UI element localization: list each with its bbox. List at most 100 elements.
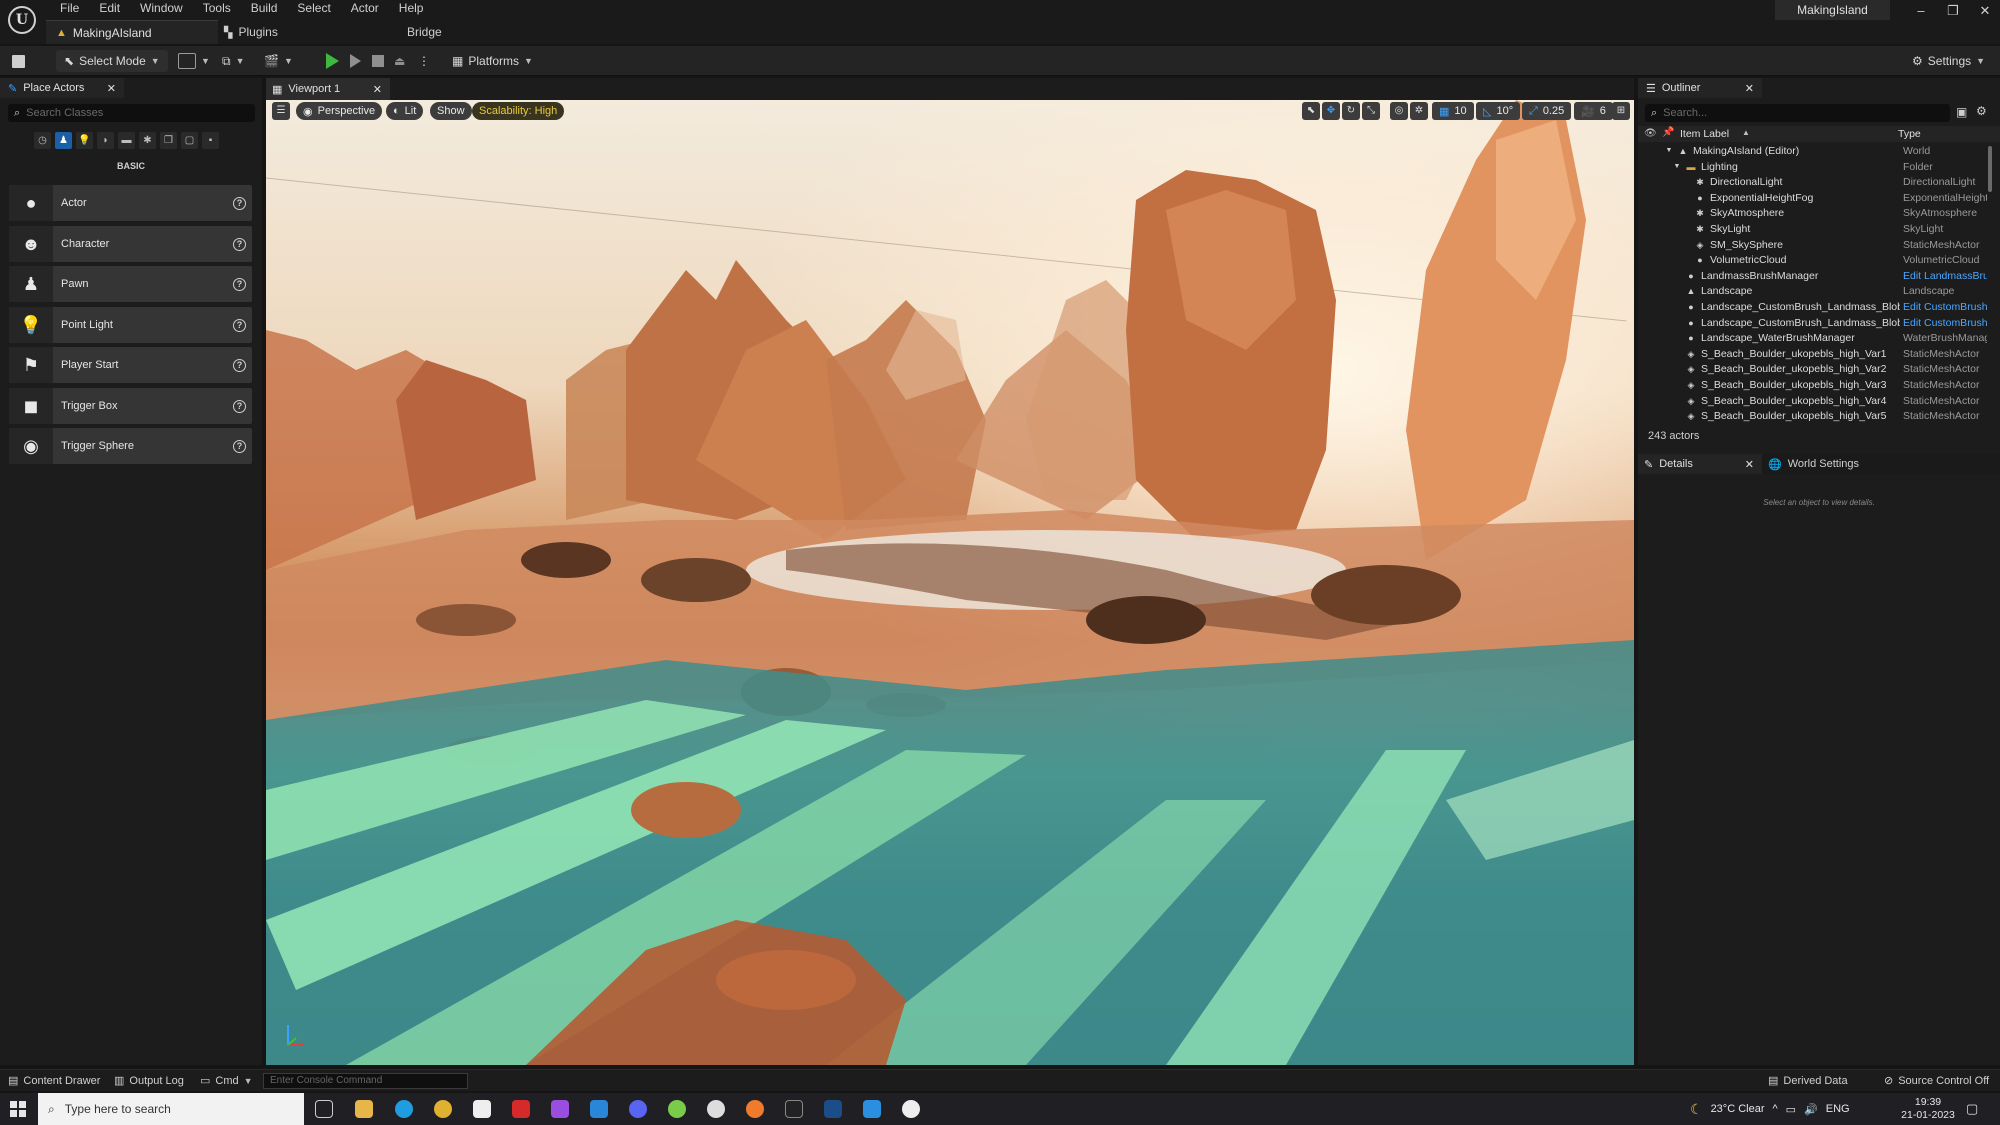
mail-icon[interactable] [590,1100,608,1118]
help-icon[interactable]: ? [233,237,246,251]
outliner-row[interactable]: ◈ SM_SkySphere StaticMeshActor [1638,238,1988,254]
search-classes-input[interactable]: ⌕ Search Classes [8,104,255,122]
expand-arrow-icon[interactable]: ▼ [1664,146,1674,156]
outliner-row-type-link[interactable]: Edit CustomBrush [1903,317,1987,329]
actor-item-actor[interactable]: ● Actor ? [9,185,252,221]
rotation-snap-button[interactable]: ◺ 10° [1476,102,1521,120]
taskbar-search-input[interactable]: ⌕ Type here to search [38,1093,304,1125]
shapes-icon[interactable]: ◗ [97,132,114,149]
add-content-button[interactable]: ▼ [178,50,210,72]
add-folder-icon[interactable]: ▣ [1956,105,1967,119]
all-classes-icon[interactable]: ▪ [202,132,219,149]
outliner-search-input[interactable]: ⌕ Search... [1645,104,1950,122]
recent-icon[interactable]: ◷ [34,132,51,149]
select-mode-dropdown[interactable]: ⬉ Select Mode ▼ [56,50,168,72]
outliner-row[interactable]: ▼ ▲ MakingAIsland (Editor) World [1638,144,1988,160]
outliner-row[interactable]: ● Landscape_CustomBrush_Landmass_Blob2 Edi… [1638,316,1988,332]
menu-select[interactable]: Select [287,0,340,16]
level-viewport[interactable]: ☰ ◉ Perspective ◐ Lit Show Scalability: … [266,100,1634,1065]
outliner-row[interactable]: ▼ ▬ Lighting Folder [1638,160,1988,176]
outliner-scrollbar[interactable] [1988,146,1992,192]
content-drawer-button[interactable]: ▤ Content Drawer [8,1074,100,1088]
edge-icon[interactable] [395,1100,413,1118]
menu-file[interactable]: File [50,0,89,16]
tab-outliner[interactable]: ☰ Outliner ✕ [1638,78,1762,98]
expand-arrow-icon[interactable]: ▼ [1672,162,1682,172]
layout-icon[interactable]: ⊞ [1612,102,1630,120]
help-icon[interactable]: ? [233,399,246,413]
store-icon[interactable] [473,1100,491,1118]
actor-item-point-light[interactable]: 💡 Point Light ? [9,307,252,343]
help-icon[interactable]: ? [233,196,246,210]
network-icon[interactable]: ▭ [1786,1103,1796,1116]
output-log-button[interactable]: ▥ Output Log [114,1074,184,1088]
settings-dropdown[interactable]: ⚙ Settings ▼ [1912,50,1985,72]
cmd-dropdown[interactable]: ▭ Cmd ▼ [200,1074,253,1088]
weather-text[interactable]: 23°C Clear [1711,1103,1765,1115]
close-icon[interactable]: ✕ [107,82,116,95]
cinematic-icon[interactable]: ▬ [118,132,135,149]
actor-item-player-start[interactable]: ⚑ Player Start ? [9,347,252,383]
app-green-icon[interactable] [668,1100,686,1118]
actor-item-trigger-box[interactable]: ◼ Trigger Box ? [9,388,252,424]
geometry-icon[interactable]: ❐ [160,132,177,149]
menu-build[interactable]: Build [241,0,288,16]
cinematics-button[interactable]: 🎬 ▼ [264,50,293,72]
console-command-input[interactable]: Enter Console Command [263,1073,468,1089]
close-icon[interactable]: ✕ [1969,0,2000,22]
outliner-row[interactable]: ◈ S_Beach_Boulder_ukopebls_high_Var3 Stati… [1638,378,1988,394]
scale-snap-button[interactable]: ⤢ 0.25 [1522,102,1572,120]
show-button[interactable]: Show [430,102,472,120]
world-space-icon[interactable]: ◎ [1390,102,1408,120]
help-icon[interactable]: ? [233,439,246,453]
outliner-row[interactable]: ● ExponentialHeightFog ExponentialHeightFo… [1638,191,1988,207]
windows-start-icon[interactable] [10,1101,26,1117]
derived-data-button[interactable]: ▤ Derived Data [1768,1074,1848,1088]
translate-tool-icon[interactable]: ✥ [1322,102,1340,120]
basic-category-icon[interactable]: ♟ [55,132,72,149]
tab-project[interactable]: ▲ MakingAIsland [46,20,218,44]
outliner-row[interactable]: ▲ Landscape Landscape [1638,284,1988,300]
blueprints-button[interactable]: ⧉ ▼ [222,50,245,72]
play-button[interactable] [326,50,339,72]
eject-button[interactable]: ⏏ [394,50,405,72]
actor-item-trigger-sphere[interactable]: ◉ Trigger Sphere ? [9,428,252,464]
actor-item-character[interactable]: ☻ Character ? [9,226,252,262]
save-button[interactable] [12,50,25,72]
language-indicator[interactable]: ENG [1826,1103,1850,1115]
outliner-row[interactable]: ✱ DirectionalLight DirectionalLight [1638,175,1988,191]
grid-snap-button[interactable]: ▦ 10 [1432,102,1474,120]
camera-speed-button[interactable]: 🎥 6 [1574,102,1613,120]
tab-details[interactable]: ✎ Details ✕ [1638,454,1762,474]
outliner-row[interactable]: ● Landscape_CustomBrush_Landmass_Blob Edit… [1638,300,1988,316]
tab-bridge[interactable]: Bridge [407,20,442,44]
actor-item-pawn[interactable]: ♟ Pawn ? [9,266,252,302]
task-view-icon[interactable] [315,1100,333,1118]
more-options-button[interactable]: ⋮ [418,50,430,72]
unreal-logo-icon[interactable]: U [8,6,36,34]
volume-icon[interactable]: 🔊 [1804,1103,1818,1116]
tab-world-settings[interactable]: 🌐 World Settings [1768,454,1859,474]
perspective-button[interactable]: ◉ Perspective [296,102,383,120]
view-mode-button[interactable]: ◐ Lit [386,102,424,120]
visual-effects-icon[interactable]: ✱ [139,132,156,149]
blender-icon[interactable] [746,1100,764,1118]
tab-plugins[interactable]: ▚ Plugins [218,20,388,44]
outliner-row[interactable]: ◈ S_Beach_Boulder_ukopebls_high_Var2 Stati… [1638,362,1988,378]
scalability-button[interactable]: Scalability: High [472,102,565,120]
help-icon[interactable]: ? [233,277,246,291]
outliner-row[interactable]: ● VolumetricCloud VolumetricCloud [1638,253,1988,269]
close-icon[interactable]: ✕ [373,83,382,96]
chrome-icon[interactable] [434,1100,452,1118]
unreal-engine-icon[interactable] [902,1100,920,1118]
restore-icon[interactable]: ❐ [1937,0,1969,22]
lights-icon[interactable]: 💡 [76,132,93,149]
select-tool-icon[interactable]: ⬉ [1302,102,1320,120]
platforms-dropdown[interactable]: ▦ Platforms ▼ [452,50,533,72]
outliner-row-type-link[interactable]: Edit CustomBrush [1903,301,1987,313]
minimize-icon[interactable]: – [1905,0,1937,22]
outliner-row[interactable]: ✱ SkyAtmosphere SkyAtmosphere [1638,206,1988,222]
close-icon[interactable]: ✕ [1745,458,1754,471]
gear-icon[interactable]: ⚙ [1976,104,1987,118]
menu-window[interactable]: Window [130,0,193,16]
